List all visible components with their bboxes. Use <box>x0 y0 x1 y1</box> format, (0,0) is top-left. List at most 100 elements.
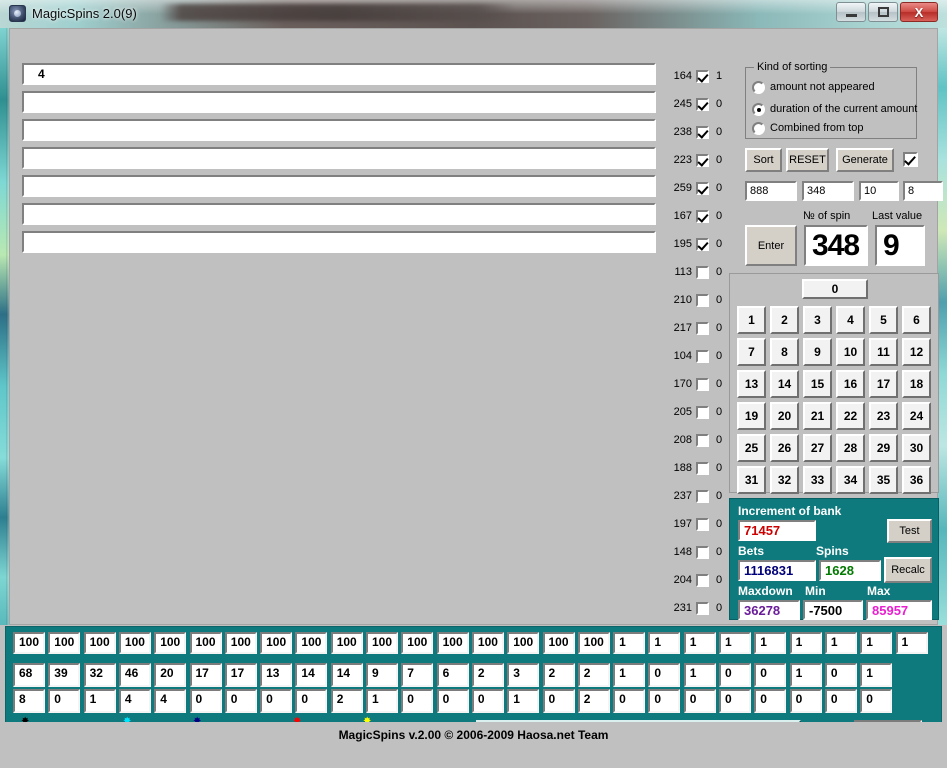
hit-count-cell-19[interactable]: 0 <box>648 663 681 687</box>
number-button-19[interactable]: 19 <box>737 402 766 430</box>
number-button-5[interactable]: 5 <box>869 306 898 334</box>
amount-checkbox[interactable] <box>696 266 709 279</box>
streak-count-cell-15[interactable]: 1 <box>507 689 540 713</box>
param-input-3[interactable]: 10 <box>859 181 899 201</box>
hit-count-cell-1[interactable]: 68 <box>13 663 45 687</box>
streak-count-cell-5[interactable]: 4 <box>154 689 187 713</box>
hit-count-cell-15[interactable]: 3 <box>507 663 540 687</box>
number-button-13[interactable]: 13 <box>737 370 766 398</box>
number-button-23[interactable]: 23 <box>869 402 898 430</box>
streak-count-cell-13[interactable]: 0 <box>436 689 469 713</box>
amount-checkbox[interactable] <box>696 462 709 475</box>
streak-count-cell-22[interactable]: 0 <box>754 689 787 713</box>
spin-sequence-input-6[interactable] <box>22 203 656 225</box>
hit-count-cell-21[interactable]: 0 <box>719 663 751 687</box>
hit-count-cell-25[interactable]: 1 <box>860 663 893 687</box>
amount-checkbox[interactable] <box>696 574 709 587</box>
number-button-35[interactable]: 35 <box>869 466 898 494</box>
number-button-11[interactable]: 11 <box>869 338 898 366</box>
number-button-6[interactable]: 6 <box>902 306 931 334</box>
bet-limit-cell-24[interactable]: 1 <box>824 632 857 654</box>
streak-count-cell-16[interactable]: 0 <box>542 689 575 713</box>
bet-limit-cell-9[interactable]: 100 <box>295 632 328 654</box>
generate-button[interactable]: Generate <box>836 148 894 172</box>
number-button-27[interactable]: 27 <box>803 434 832 462</box>
param-input-2[interactable]: 348 <box>802 181 854 201</box>
maximize-button[interactable] <box>868 2 898 22</box>
bet-limit-cell-25[interactable]: 1 <box>860 632 893 654</box>
number-button-10[interactable]: 10 <box>836 338 865 366</box>
param-input-4[interactable]: 8 <box>903 181 943 201</box>
generate-checkbox[interactable] <box>903 152 918 167</box>
spin-sequence-input-2[interactable] <box>22 91 656 113</box>
number-button-9[interactable]: 9 <box>803 338 832 366</box>
reset-button[interactable]: RESET <box>786 148 829 172</box>
sort-button[interactable]: Sort <box>745 148 782 172</box>
number-button-16[interactable]: 16 <box>836 370 865 398</box>
recalc-button[interactable]: Recalc <box>884 557 932 583</box>
hit-count-cell-24[interactable]: 0 <box>824 663 857 687</box>
hit-count-cell-11[interactable]: 9 <box>366 663 398 687</box>
streak-count-cell-18[interactable]: 0 <box>613 689 646 713</box>
streak-count-cell-1[interactable]: 8 <box>13 689 45 713</box>
hit-count-cell-3[interactable]: 32 <box>83 663 116 687</box>
number-button-21[interactable]: 21 <box>803 402 832 430</box>
amount-checkbox[interactable] <box>696 70 709 83</box>
amount-checkbox[interactable] <box>696 294 709 307</box>
amount-checkbox[interactable] <box>696 182 709 195</box>
bet-limit-cell-15[interactable]: 100 <box>507 632 540 654</box>
number-button-3[interactable]: 3 <box>803 306 832 334</box>
spins-value-input[interactable]: 1628 <box>819 560 881 581</box>
bet-limit-cell-18[interactable]: 1 <box>613 632 646 654</box>
amount-checkbox[interactable] <box>696 602 709 615</box>
amount-checkbox[interactable] <box>696 98 709 111</box>
number-button-28[interactable]: 28 <box>836 434 865 462</box>
number-button-22[interactable]: 22 <box>836 402 865 430</box>
amount-checkbox[interactable] <box>696 210 709 223</box>
spin-sequence-input-1[interactable]: 4 <box>22 63 656 85</box>
bet-limit-cell-19[interactable]: 1 <box>648 632 681 654</box>
bets-value-input[interactable]: 1116831 <box>738 560 816 581</box>
streak-count-cell-12[interactable]: 0 <box>401 689 434 713</box>
bet-limit-cell-2[interactable]: 100 <box>48 632 81 654</box>
amount-checkbox[interactable] <box>696 126 709 139</box>
close-button[interactable]: X <box>900 2 938 22</box>
bet-limit-cell-20[interactable]: 1 <box>683 632 716 654</box>
maxdown-value-input[interactable]: 36278 <box>738 600 800 620</box>
hit-count-cell-4[interactable]: 46 <box>118 663 151 687</box>
min-value-input[interactable]: -7500 <box>803 600 863 620</box>
number-button-17[interactable]: 17 <box>869 370 898 398</box>
spin-sequence-input-3[interactable] <box>22 119 656 141</box>
amount-checkbox[interactable] <box>696 434 709 447</box>
number-button-0[interactable]: 0 <box>802 279 868 299</box>
hit-count-cell-9[interactable]: 14 <box>295 663 328 687</box>
streak-count-cell-17[interactable]: 2 <box>577 689 610 713</box>
number-button-12[interactable]: 12 <box>902 338 931 366</box>
number-button-33[interactable]: 33 <box>803 466 832 494</box>
streak-count-cell-25[interactable]: 0 <box>860 689 893 713</box>
streak-count-cell-21[interactable]: 0 <box>719 689 751 713</box>
hit-count-cell-2[interactable]: 39 <box>48 663 81 687</box>
amount-checkbox[interactable] <box>696 378 709 391</box>
number-button-2[interactable]: 2 <box>770 306 799 334</box>
hit-count-cell-22[interactable]: 0 <box>754 663 787 687</box>
spin-sequence-input-4[interactable] <box>22 147 656 169</box>
hit-count-cell-10[interactable]: 14 <box>330 663 363 687</box>
bet-limit-cell-10[interactable]: 100 <box>330 632 363 654</box>
hit-count-cell-16[interactable]: 2 <box>542 663 575 687</box>
amount-checkbox[interactable] <box>696 350 709 363</box>
streak-count-cell-20[interactable]: 0 <box>683 689 716 713</box>
number-button-36[interactable]: 36 <box>902 466 931 494</box>
bet-limit-cell-4[interactable]: 100 <box>118 632 151 654</box>
hit-count-cell-7[interactable]: 17 <box>224 663 257 687</box>
title-bar[interactable]: MagicSpins 2.0(9) X <box>0 0 947 28</box>
bet-limit-cell-12[interactable]: 100 <box>401 632 434 654</box>
streak-count-cell-23[interactable]: 0 <box>789 689 822 713</box>
bet-limit-cell-16[interactable]: 100 <box>542 632 575 654</box>
number-button-29[interactable]: 29 <box>869 434 898 462</box>
number-button-26[interactable]: 26 <box>770 434 799 462</box>
hit-count-cell-12[interactable]: 7 <box>401 663 434 687</box>
bet-limit-cell-11[interactable]: 100 <box>366 632 398 654</box>
hit-count-cell-13[interactable]: 6 <box>436 663 469 687</box>
number-button-32[interactable]: 32 <box>770 466 799 494</box>
